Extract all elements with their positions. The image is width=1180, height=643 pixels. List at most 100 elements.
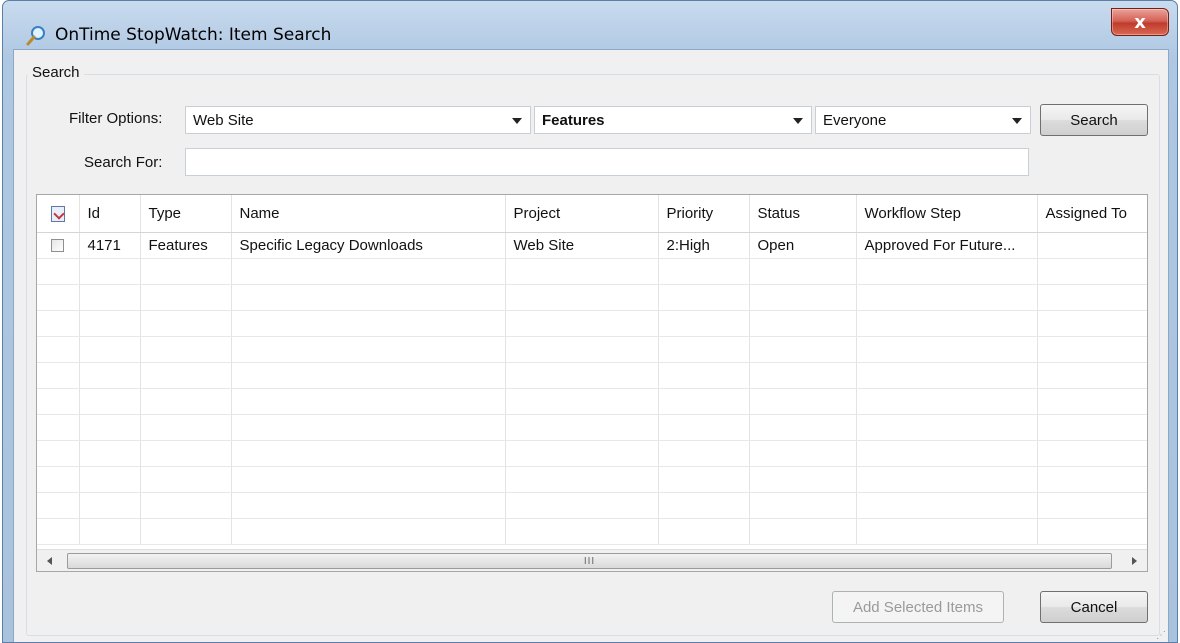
cancel-button[interactable]: Cancel bbox=[1040, 591, 1148, 623]
cell-priority: 2:High bbox=[658, 232, 750, 259]
cell-project: Web Site bbox=[505, 232, 659, 259]
empty-cell bbox=[79, 466, 141, 493]
empty-cell bbox=[658, 518, 750, 545]
column-header-name[interactable]: Name bbox=[231, 195, 506, 233]
select-all-header[interactable] bbox=[37, 195, 80, 233]
empty-cell bbox=[231, 362, 506, 389]
empty-cell bbox=[749, 310, 857, 337]
table-row[interactable]: 4171 Features Specific Legacy Downloads … bbox=[37, 232, 1147, 259]
empty-cell bbox=[37, 492, 80, 519]
row-checkbox[interactable] bbox=[51, 239, 65, 253]
empty-cell bbox=[231, 388, 506, 415]
empty-cell bbox=[37, 310, 80, 337]
column-header-id[interactable]: Id bbox=[79, 195, 141, 233]
empty-cell bbox=[37, 466, 80, 493]
empty-cell bbox=[140, 258, 232, 285]
empty-cell bbox=[140, 440, 232, 467]
cell-assigned-to bbox=[1037, 232, 1147, 259]
empty-row bbox=[37, 336, 1147, 363]
add-selected-items-button[interactable]: Add Selected Items bbox=[832, 591, 1004, 623]
empty-cell bbox=[79, 258, 141, 285]
empty-cell bbox=[1037, 466, 1147, 493]
empty-cell bbox=[1037, 414, 1147, 441]
empty-row bbox=[37, 362, 1147, 389]
empty-cell bbox=[505, 440, 659, 467]
cell-name: Specific Legacy Downloads bbox=[231, 232, 506, 259]
empty-cell bbox=[505, 492, 659, 519]
resize-grip-icon[interactable]: ⋰ bbox=[1156, 630, 1166, 641]
empty-cell bbox=[37, 284, 80, 311]
empty-cell bbox=[231, 258, 506, 285]
close-button[interactable]: x bbox=[1111, 8, 1169, 36]
empty-cell bbox=[140, 362, 232, 389]
empty-row bbox=[37, 388, 1147, 415]
empty-cell bbox=[505, 388, 659, 415]
empty-cell bbox=[1037, 518, 1147, 545]
column-header-type[interactable]: Type bbox=[140, 195, 232, 233]
column-header-assigned-to[interactable]: Assigned To bbox=[1037, 195, 1147, 233]
empty-row bbox=[37, 258, 1147, 285]
empty-cell bbox=[1037, 284, 1147, 311]
empty-cell bbox=[231, 336, 506, 363]
empty-cell bbox=[1037, 310, 1147, 337]
scroll-left-icon[interactable] bbox=[47, 557, 52, 565]
empty-row bbox=[37, 518, 1147, 545]
empty-cell bbox=[856, 440, 1038, 467]
empty-cell bbox=[140, 310, 232, 337]
empty-cell bbox=[140, 466, 232, 493]
empty-cell bbox=[856, 466, 1038, 493]
empty-cell bbox=[749, 258, 857, 285]
empty-cell bbox=[79, 388, 141, 415]
scroll-right-icon[interactable] bbox=[1132, 557, 1137, 565]
empty-cell bbox=[749, 362, 857, 389]
horizontal-scrollbar[interactable]: III bbox=[37, 549, 1147, 571]
empty-cell bbox=[856, 414, 1038, 441]
empty-cell bbox=[749, 336, 857, 363]
empty-cell bbox=[505, 336, 659, 363]
empty-cell bbox=[231, 492, 506, 519]
empty-cell bbox=[140, 518, 232, 545]
empty-cell bbox=[505, 466, 659, 493]
empty-cell bbox=[749, 284, 857, 311]
empty-cell bbox=[856, 310, 1038, 337]
empty-cell bbox=[37, 388, 80, 415]
chevron-down-icon bbox=[512, 118, 522, 124]
empty-cell bbox=[658, 258, 750, 285]
empty-row bbox=[37, 414, 1147, 441]
column-header-project[interactable]: Project bbox=[505, 195, 659, 233]
row-select-cell[interactable] bbox=[37, 232, 80, 259]
empty-cell bbox=[658, 440, 750, 467]
empty-cell bbox=[505, 362, 659, 389]
empty-cell bbox=[79, 362, 141, 389]
type-select-value: Features bbox=[542, 111, 605, 129]
results-grid[interactable]: Id Type Name Project Priority Status Wor… bbox=[36, 194, 1148, 572]
empty-cell bbox=[658, 310, 750, 337]
cell-workflow-step: Approved For Future... bbox=[856, 232, 1038, 259]
empty-cell bbox=[856, 518, 1038, 545]
empty-cell bbox=[505, 258, 659, 285]
scroll-thumb[interactable]: III bbox=[67, 553, 1112, 569]
column-header-status[interactable]: Status bbox=[749, 195, 857, 233]
results-table: Id Type Name Project Priority Status Wor… bbox=[37, 195, 1147, 545]
empty-cell bbox=[505, 310, 659, 337]
project-select[interactable]: Web Site bbox=[185, 106, 531, 134]
select-all-checkbox-icon[interactable] bbox=[50, 205, 65, 222]
empty-cell bbox=[37, 336, 80, 363]
user-select-value: Everyone bbox=[823, 111, 887, 129]
user-select[interactable]: Everyone bbox=[815, 106, 1031, 134]
empty-cell bbox=[505, 414, 659, 441]
empty-cell bbox=[231, 466, 506, 493]
empty-row bbox=[37, 492, 1147, 519]
type-select[interactable]: Features bbox=[534, 106, 812, 134]
search-for-input[interactable] bbox=[185, 148, 1029, 176]
column-header-workflow-step[interactable]: Workflow Step bbox=[856, 195, 1038, 233]
empty-row bbox=[37, 466, 1147, 493]
empty-cell bbox=[749, 492, 857, 519]
empty-cell bbox=[79, 440, 141, 467]
empty-cell bbox=[856, 492, 1038, 519]
empty-cell bbox=[505, 518, 659, 545]
search-button[interactable]: Search bbox=[1040, 104, 1148, 136]
column-header-priority[interactable]: Priority bbox=[658, 195, 750, 233]
grid-header-row: Id Type Name Project Priority Status Wor… bbox=[37, 195, 1147, 233]
empty-cell bbox=[658, 362, 750, 389]
